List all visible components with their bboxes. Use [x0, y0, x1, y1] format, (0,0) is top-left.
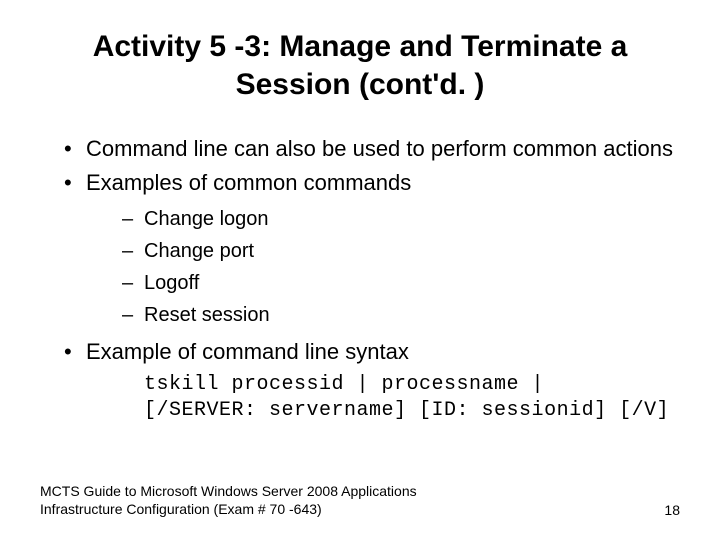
slide-footer: MCTS Guide to Microsoft Windows Server 2…: [40, 483, 680, 518]
slide-title: Activity 5 -3: Manage and Terminate a Se…: [40, 28, 680, 103]
bullet-text: Command line can also be used to perform…: [86, 136, 673, 161]
page-number: 18: [664, 502, 680, 518]
bullet-item: Example of command line syntax tskill pr…: [64, 338, 680, 424]
sub-item: Change port: [122, 238, 680, 264]
sub-text: Change port: [144, 240, 254, 262]
code-block: tskill processid | processname | [/SERVE…: [86, 372, 680, 424]
slide: Activity 5 -3: Manage and Terminate a Se…: [0, 0, 720, 540]
bullet-item: Examples of common commands Change logon…: [64, 169, 680, 329]
bullet-item: Command line can also be used to perform…: [64, 135, 680, 163]
bullet-list: Command line can also be used to perform…: [40, 135, 680, 424]
sub-item: Reset session: [122, 302, 680, 328]
code-line: tskill processid | processname |: [144, 372, 680, 398]
sub-list: Change logon Change port Logoff Reset se…: [86, 206, 680, 328]
sub-text: Reset session: [144, 304, 270, 326]
sub-item: Change logon: [122, 206, 680, 232]
bullet-text: Example of command line syntax: [86, 339, 409, 364]
bullet-text: Examples of common commands: [86, 170, 411, 195]
footer-source: MCTS Guide to Microsoft Windows Server 2…: [40, 483, 460, 518]
sub-item: Logoff: [122, 270, 680, 296]
sub-text: Logoff: [144, 272, 199, 294]
sub-text: Change logon: [144, 208, 269, 230]
code-line: [/SERVER: servername] [ID: sessionid] [/…: [144, 398, 680, 424]
